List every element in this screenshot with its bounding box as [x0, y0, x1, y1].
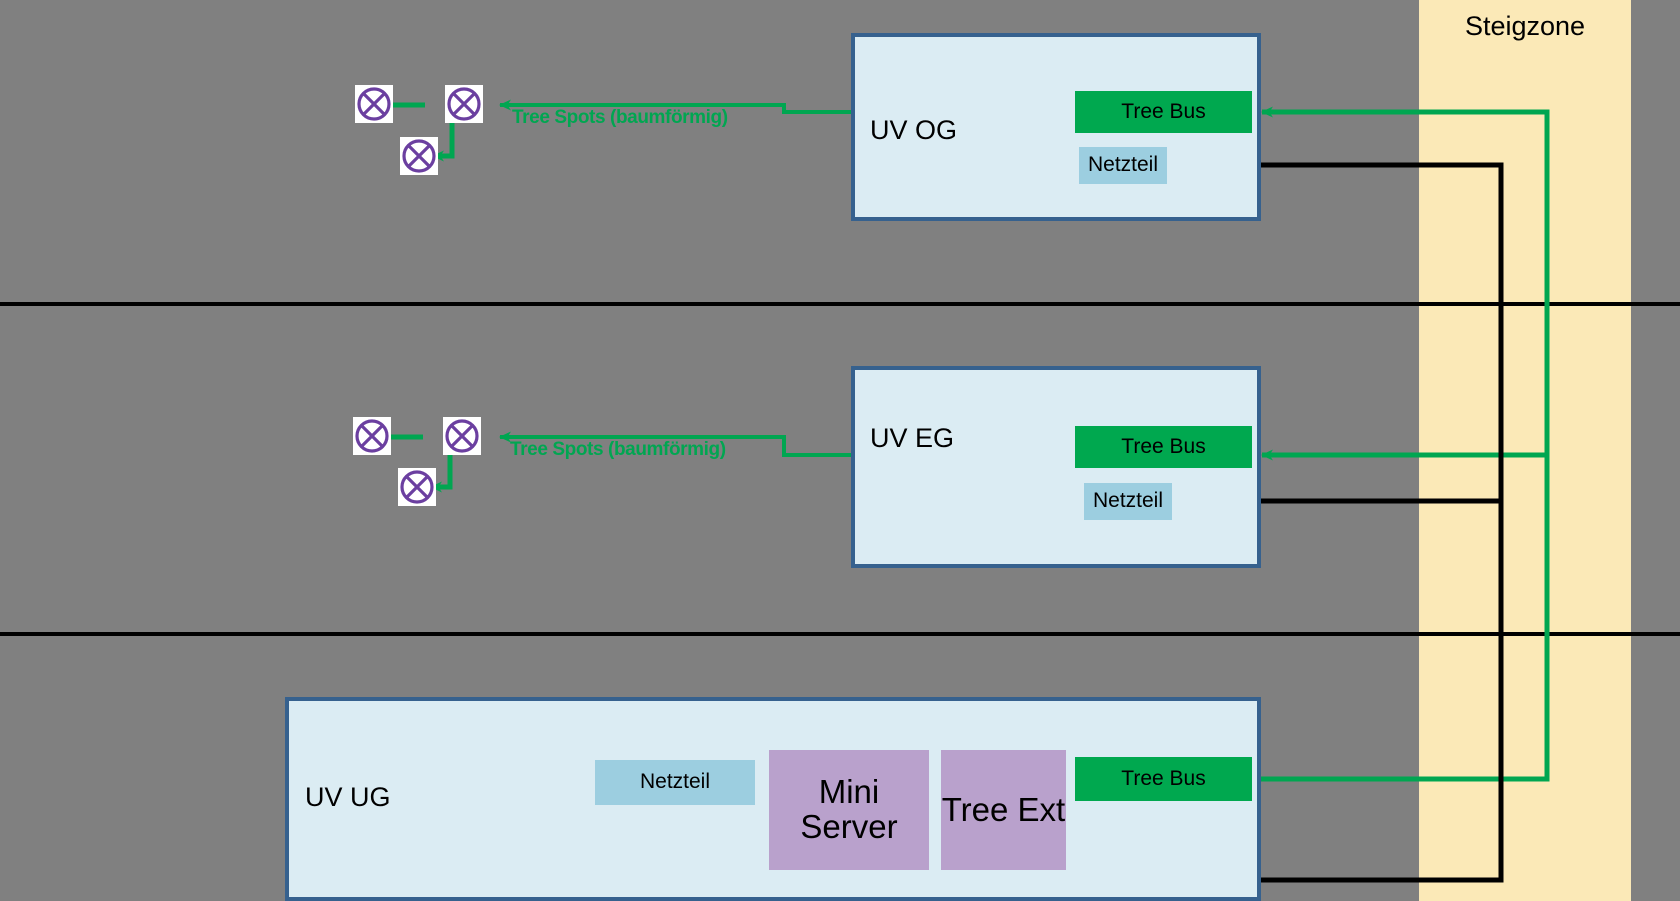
lamp-icon: [447, 87, 481, 121]
tree-bus-ug[interactable]: Tree Bus: [1075, 757, 1252, 801]
lamp-icon: [355, 419, 389, 453]
tree-bus-og[interactable]: Tree Bus: [1075, 91, 1252, 133]
netzteil-og[interactable]: Netzteil: [1079, 147, 1167, 184]
tree-spot-eg-1[interactable]: [353, 417, 391, 455]
uv-panel-ug-label: UV UG: [305, 782, 391, 812]
tree-spot-og-3[interactable]: [400, 137, 438, 175]
diagram-canvas: Steigzone UV OG Tree Bus Netzteil Tree S…: [0, 0, 1680, 901]
tree-spot-eg-3[interactable]: [398, 468, 436, 506]
tree-ext-ug[interactable]: Tree Ext: [941, 750, 1066, 870]
lamp-icon: [445, 419, 479, 453]
uv-panel-og-label: UV OG: [870, 115, 958, 145]
netzteil-ug[interactable]: Netzteil: [595, 760, 755, 805]
tree-bus-eg[interactable]: Tree Bus: [1075, 426, 1252, 468]
tree-spots-label-og: Tree Spots (baumförmig): [512, 107, 728, 128]
lamp-icon: [400, 470, 434, 504]
tree-spot-og-1[interactable]: [355, 85, 393, 123]
tree-spot-eg-2[interactable]: [443, 417, 481, 455]
lamp-icon: [357, 87, 391, 121]
uv-panel-eg-label: UV EG: [870, 423, 955, 453]
tree-spot-og-2[interactable]: [445, 85, 483, 123]
tree-spots-label-eg: Tree Spots (baumförmig): [510, 439, 726, 460]
lamp-icon: [402, 139, 436, 173]
mini-server-ug[interactable]: Mini Server: [769, 750, 929, 870]
netzteil-eg[interactable]: Netzteil: [1084, 483, 1172, 520]
